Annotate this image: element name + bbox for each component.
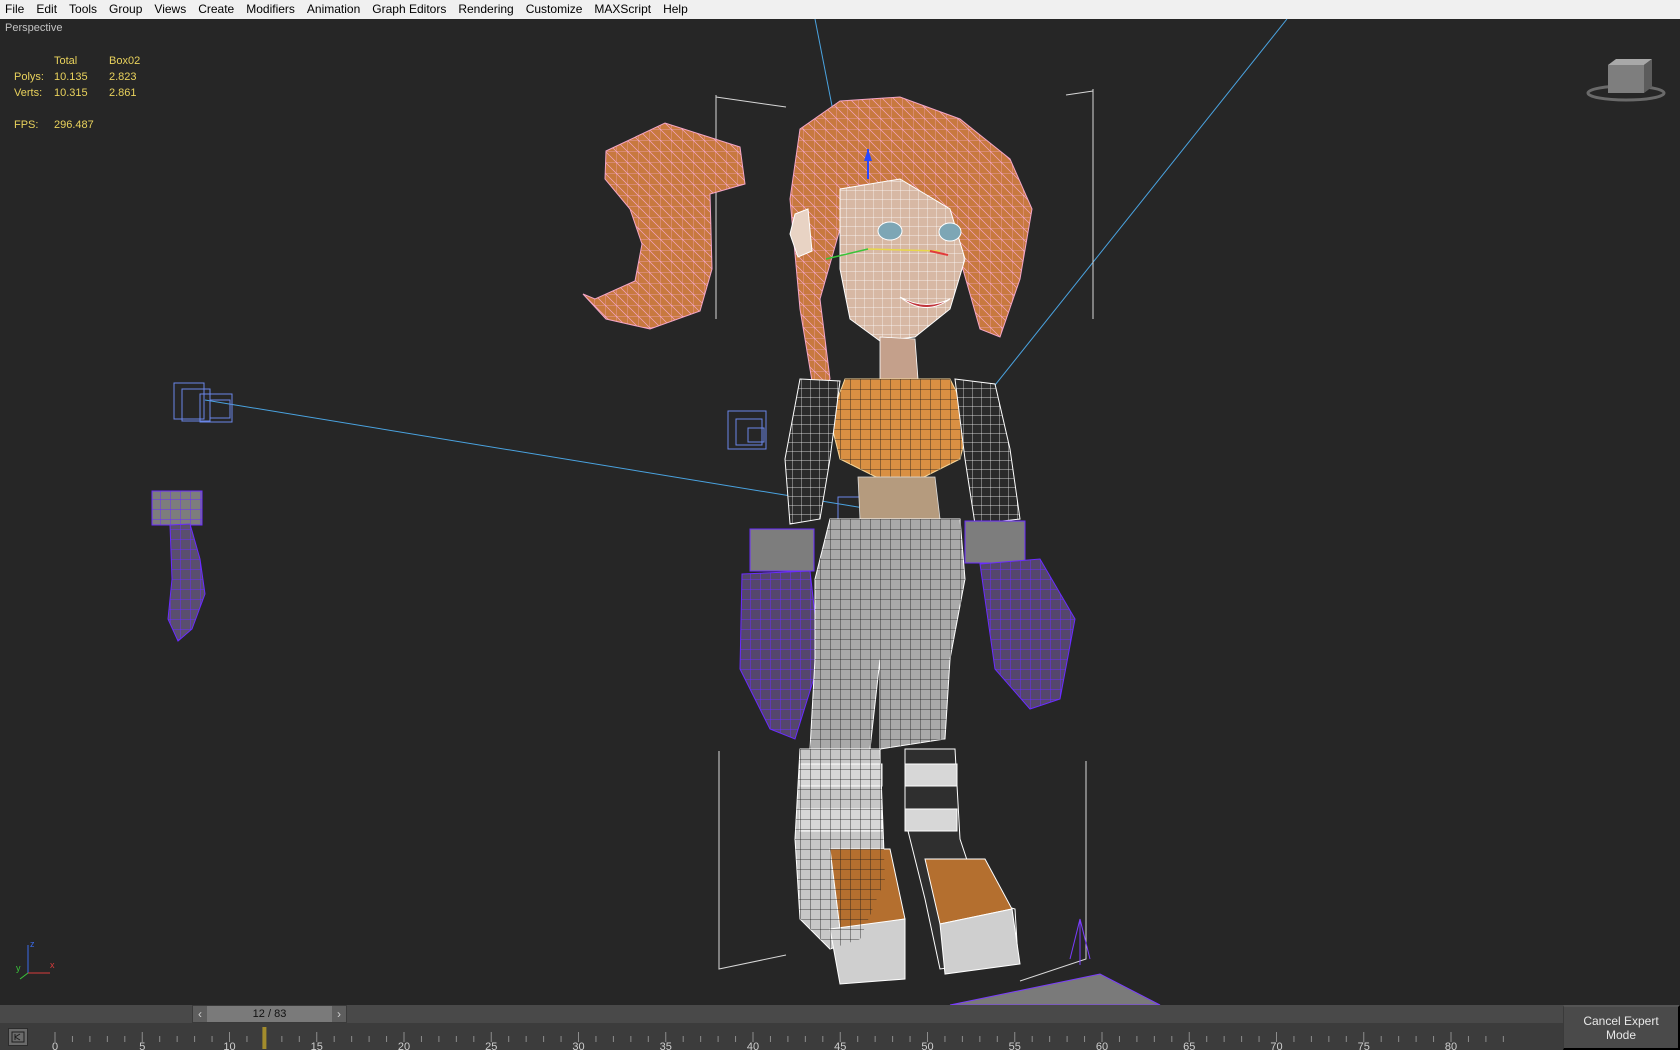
ruler-tick-label: 10 [223,1041,235,1050]
timeline-ruler[interactable]: 0 5 10 15 20 25 30 35 40 45 50 55 60 65 70 75 80 [0,1023,1563,1050]
menu-help[interactable]: Help [657,0,694,19]
right-glove [964,520,1076,710]
ruler-tick-label: 40 [747,1041,759,1050]
menu-file[interactable]: File [0,0,30,19]
link-lines [204,19,1288,510]
character-mesh[interactable] [582,96,1076,985]
menu-group[interactable]: Group [103,0,148,19]
stats-fps-value: 296.487 [54,119,94,131]
ruler-tick-label: 60 [1096,1041,1108,1050]
perspective-viewport[interactable]: Perspective Total Box02 Polys: 10.135 2.… [0,19,1680,1005]
time-slider-value[interactable]: 12 / 83 [207,1006,332,1022]
menu-customize[interactable]: Customize [520,0,589,19]
helper-box-center[interactable] [727,410,767,450]
ruler-tick-label: 0 [52,1041,58,1050]
ruler-tick-label: 35 [660,1041,672,1050]
menu-bar: File Edit Tools Group Views Create Modif… [0,0,1680,20]
left-glove [739,528,821,740]
ground-plane [949,973,1161,1005]
ruler-tick-label: 45 [834,1041,846,1050]
scene-canvas[interactable] [0,19,1680,1005]
axis-tripod: x y z [16,939,55,980]
stats-polys-label: Polys: [14,71,44,83]
ruler-tick-label: 75 [1358,1041,1370,1050]
ruler-tick-label: 5 [139,1041,145,1050]
viewport-statistics: Total Box02 Polys: 10.135 2.823 Verts: 1… [14,53,140,133]
axis-y-label: y [16,963,21,973]
menu-views[interactable]: Views [148,0,192,19]
floating-hand-mesh[interactable] [151,490,206,642]
ruler-tick-label: 55 [1009,1041,1021,1050]
menu-maxscript[interactable]: MAXScript [588,0,657,19]
ruler-tick-label: 15 [311,1041,323,1050]
stats-fps-label: FPS: [14,119,39,131]
stats-header-object: Box02 [109,55,141,67]
menu-graph-editors[interactable]: Graph Editors [366,0,452,19]
ruler-tick-label: 20 [398,1041,410,1050]
menu-edit[interactable]: Edit [30,0,63,19]
ruler-tick-label: 65 [1183,1041,1195,1050]
stats-header-total: Total [54,55,78,67]
cancel-expert-mode-button[interactable]: Cancel Expert Mode [1563,1005,1680,1050]
stats-verts-total: 10.315 [54,87,88,99]
ruler-tick-label: 25 [485,1041,497,1050]
axis-x-label: x [50,960,55,970]
ruler-tick-label: 80 [1445,1041,1457,1050]
chevron-right-icon[interactable]: › [332,1006,346,1022]
viewcube[interactable] [1570,19,1680,109]
menu-tools[interactable]: Tools [63,0,103,19]
ruler-tick-label: 50 [921,1041,933,1050]
boots [794,748,1021,985]
chevron-left-icon[interactable]: ‹ [193,1006,207,1022]
camera-target-marker [1069,918,1091,965]
axis-z-label: z [30,939,35,949]
stats-polys-total: 10.135 [54,71,88,83]
menu-rendering[interactable]: Rendering [452,0,519,19]
time-slider[interactable]: ‹ 12 / 83 › [192,1005,347,1023]
menu-create[interactable]: Create [192,0,240,19]
current-frame-marker[interactable] [262,1027,267,1049]
viewport-label[interactable]: Perspective [5,22,62,34]
menu-animation[interactable]: Animation [301,0,366,19]
stats-verts-label: Verts: [14,87,43,99]
ruler-tick-label: 70 [1270,1041,1282,1050]
stats-verts-object: 2.861 [109,87,137,99]
ruler-tick-label: 30 [572,1041,584,1050]
menu-modifiers[interactable]: Modifiers [240,0,301,19]
stats-polys-object: 2.823 [109,71,137,83]
